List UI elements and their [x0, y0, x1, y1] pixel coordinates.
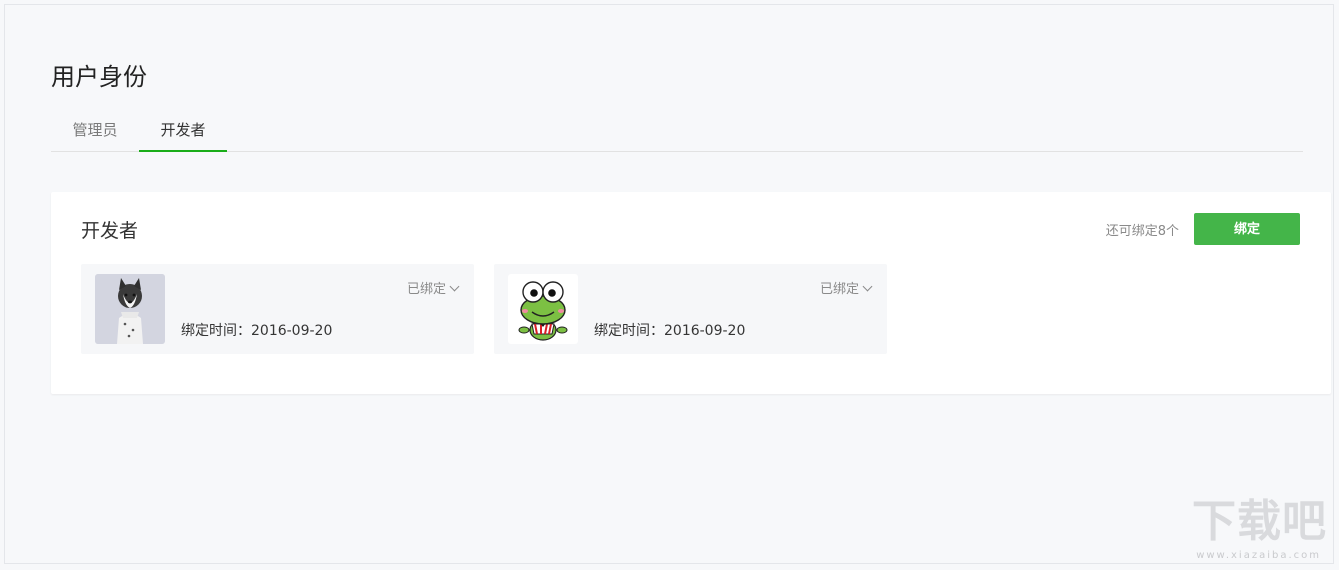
page-title: 用户身份 — [51, 63, 147, 91]
bind-status-dropdown[interactable]: 已绑定 — [406, 278, 460, 297]
chevron-down-icon — [449, 281, 460, 292]
bind-status-label: 已绑定 — [406, 282, 446, 297]
bind-button[interactable]: 绑定 — [1194, 213, 1300, 245]
page-frame: 用户身份 管理员 开发者 开发者 还可绑定8个 绑定 已绑定 绑定时间：2016… — [4, 4, 1334, 564]
avatar — [508, 274, 578, 344]
watermark-logo: 下载吧 — [1192, 496, 1327, 547]
frog-avatar-image — [508, 274, 578, 344]
user-card: 已绑定 绑定时间：2016-09-20 — [494, 264, 887, 354]
remaining-bind-count: 还可绑定8个 — [1105, 224, 1179, 239]
bind-time: 绑定时间：2016-09-20 — [181, 323, 333, 339]
tab-admin[interactable]: 管理员 — [51, 113, 139, 151]
developer-panel: 开发者 还可绑定8个 绑定 已绑定 绑定时间：2016-09-20 已绑定 绑定… — [51, 192, 1331, 394]
watermark-url: www.xiazaiba.com — [1196, 550, 1321, 561]
bind-status-label: 已绑定 — [819, 282, 859, 297]
tab-developer[interactable]: 开发者 — [139, 113, 227, 152]
husky-avatar-image — [95, 274, 165, 344]
panel-title: 开发者 — [81, 220, 139, 242]
bind-time: 绑定时间：2016-09-20 — [594, 323, 746, 339]
tab-bar: 管理员 开发者 — [51, 113, 1303, 152]
avatar — [95, 274, 165, 344]
chevron-down-icon — [862, 281, 873, 292]
bind-status-dropdown[interactable]: 已绑定 — [819, 278, 873, 297]
user-card: 已绑定 绑定时间：2016-09-20 — [81, 264, 474, 354]
